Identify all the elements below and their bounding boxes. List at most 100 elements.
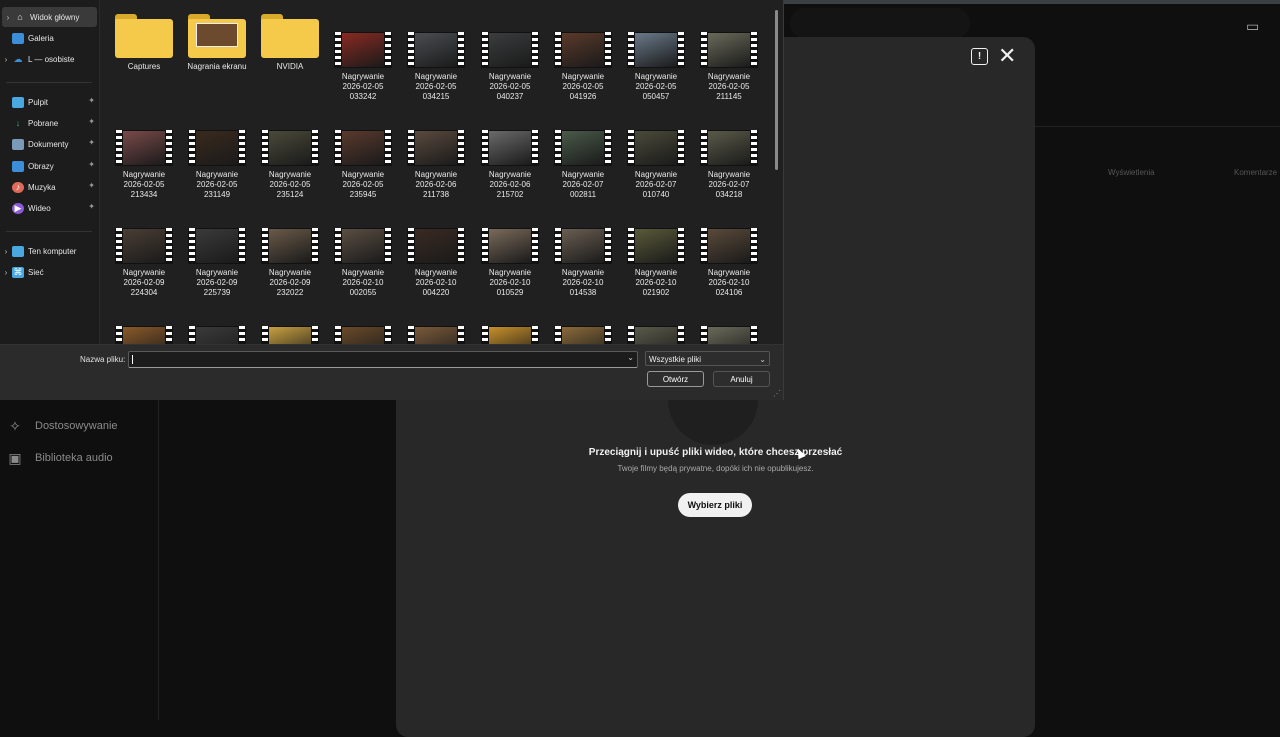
file-name-label: Nagrania ekranu bbox=[187, 62, 247, 71]
nav-item-label: Pulpit bbox=[28, 97, 49, 107]
nav-item-9[interactable]: › Ten komputer bbox=[0, 241, 99, 261]
video-file-item[interactable]: Nagrywanie 2026-02-05 211145 bbox=[697, 0, 761, 102]
download-icon: ↓ bbox=[15, 117, 21, 128]
video-file-item[interactable]: Nagrywanie 2026-02-05 213434 bbox=[112, 98, 176, 200]
studio-top-line bbox=[783, 0, 1280, 4]
video-file-item[interactable]: Nagrywanie 2026-02-09 232022 bbox=[258, 196, 322, 298]
video-file-item[interactable]: Nagrywanie 2026-02-10 010529 bbox=[478, 196, 542, 298]
audio-library-icon: ▣ bbox=[8, 449, 22, 466]
video-file-item[interactable]: Nagrywanie 2026-02-05 235124 bbox=[258, 98, 322, 200]
video-file-item[interactable]: Nagrywanie 2026-02-07 002811 bbox=[551, 98, 615, 200]
folder-item[interactable]: Captures bbox=[112, 0, 176, 72]
nav-item-1[interactable]: Galeria bbox=[0, 28, 99, 48]
video-file-item[interactable] bbox=[331, 294, 395, 344]
close-icon[interactable]: ✕ bbox=[998, 43, 1016, 69]
folder-item[interactable]: Nagrania ekranu bbox=[185, 0, 249, 72]
studio-search-box[interactable] bbox=[790, 8, 970, 38]
nav-item-label: Wideo bbox=[28, 203, 51, 213]
pin-icon: ✦ bbox=[88, 160, 95, 169]
video-file-item[interactable]: Nagrywanie 2026-02-05 041926 bbox=[551, 0, 615, 102]
nav-label: Biblioteka audio bbox=[35, 452, 113, 464]
video-file-item[interactable] bbox=[258, 294, 322, 344]
video-file-item[interactable]: Nagrywanie 2026-02-05 050457 bbox=[624, 0, 688, 102]
video-thumbnail bbox=[115, 130, 173, 166]
nav-item-label: Obrazy bbox=[28, 161, 54, 171]
filename-input[interactable]: ⌄ bbox=[128, 351, 638, 368]
video-file-item[interactable]: Nagrywanie 2026-02-10 002055 bbox=[331, 196, 395, 298]
video-thumbnail bbox=[334, 130, 392, 166]
computer-icon bbox=[12, 245, 24, 257]
studio-nav-audio-library[interactable]: ▣ Biblioteka audio bbox=[0, 442, 158, 474]
video-file-item[interactable] bbox=[478, 294, 542, 344]
chevron-right-icon[interactable]: › bbox=[0, 268, 12, 277]
video-thumbnail bbox=[627, 32, 685, 68]
nav-item-4[interactable]: ↓ Pobrane ✦ bbox=[0, 113, 99, 133]
video-thumbnail bbox=[554, 130, 612, 166]
network-icon: ⌘ bbox=[12, 266, 24, 278]
feedback-icon[interactable]: ▭ bbox=[1246, 18, 1264, 34]
nav-item-0[interactable]: › ⌂ Widok główny bbox=[2, 7, 97, 27]
table-divider bbox=[1035, 126, 1280, 127]
video-file-item[interactable]: Nagrywanie 2026-02-07 010740 bbox=[624, 98, 688, 200]
chevron-right-icon[interactable]: › bbox=[2, 13, 14, 22]
video-file-item[interactable]: Nagrywanie 2026-02-07 034218 bbox=[697, 98, 761, 200]
nav-item-10[interactable]: › ⌘ Sieć bbox=[0, 262, 99, 282]
nav-item-8[interactable]: ▶ Wideo ✦ bbox=[0, 198, 99, 218]
nav-item-5[interactable]: Dokumenty ✦ bbox=[0, 134, 99, 154]
video-file-item[interactable]: Nagrywanie 2026-02-05 235945 bbox=[331, 98, 395, 200]
wand-icon: ✧ bbox=[9, 417, 21, 434]
video-file-item[interactable]: Nagrywanie 2026-02-05 040237 bbox=[478, 0, 542, 102]
video-file-item[interactable] bbox=[624, 294, 688, 344]
video-file-item[interactable]: Nagrywanie 2026-02-06 211738 bbox=[404, 98, 468, 200]
video-thumbnail bbox=[407, 228, 465, 264]
nav-item-6[interactable]: Obrazy ✦ bbox=[0, 156, 99, 176]
resize-grip-icon[interactable]: ⋰ bbox=[773, 389, 781, 398]
video-file-item[interactable]: Nagrywanie 2026-02-05 034215 bbox=[404, 0, 468, 102]
video-file-item[interactable]: Nagrywanie 2026-02-10 024106 bbox=[697, 196, 761, 298]
nav-item-3[interactable]: Pulpit ✦ bbox=[0, 92, 99, 112]
video-file-item[interactable]: Nagrywanie 2026-02-10 021902 bbox=[624, 196, 688, 298]
video-thumbnail bbox=[407, 326, 465, 344]
video-thumbnail bbox=[627, 326, 685, 344]
folder-item[interactable]: NVIDIA bbox=[258, 0, 322, 72]
video-file-item[interactable]: Nagrywanie 2026-02-05 033242 bbox=[331, 0, 395, 102]
video-file-item[interactable]: Nagrywanie 2026-02-10 014538 bbox=[551, 196, 615, 298]
video-file-item[interactable] bbox=[112, 294, 176, 344]
video-thumbnail bbox=[481, 228, 539, 264]
file-name-label: Captures bbox=[127, 62, 161, 71]
video-file-item[interactable]: Nagrywanie 2026-02-09 225739 bbox=[185, 196, 249, 298]
chevron-down-icon[interactable]: ⌄ bbox=[627, 353, 634, 362]
navigation-pane: › ⌂ Widok główny Galeria › ☁ L — osobiste Pulpi… bbox=[0, 0, 100, 344]
video-thumbnail bbox=[334, 228, 392, 264]
video-thumbnail bbox=[407, 130, 465, 166]
chevron-right-icon[interactable]: › bbox=[0, 55, 12, 64]
file-open-dialog: › ⌂ Widok główny Galeria › ☁ L — osobiste Pulpi… bbox=[0, 0, 784, 400]
music-icon: ♪ bbox=[12, 181, 24, 193]
video-thumbnail bbox=[627, 228, 685, 264]
chevron-right-icon[interactable]: › bbox=[0, 247, 12, 256]
nav-item-7[interactable]: ♪ Muzyka ✦ bbox=[0, 177, 99, 197]
video-file-item[interactable] bbox=[697, 294, 761, 344]
video-thumbnail bbox=[481, 32, 539, 68]
select-files-button[interactable]: Wybierz pliki bbox=[678, 493, 752, 517]
grid-scrollbar[interactable] bbox=[775, 10, 778, 170]
video-file-item[interactable] bbox=[551, 294, 615, 344]
studio-nav-customization[interactable]: ✧ Dostosowywanie bbox=[0, 410, 158, 442]
folder-icon bbox=[188, 14, 246, 58]
video-file-item[interactable]: Nagrywanie 2026-02-09 224304 bbox=[112, 196, 176, 298]
video-thumbnail bbox=[188, 326, 246, 344]
video-file-item[interactable] bbox=[404, 294, 468, 344]
nav-item-2[interactable]: › ☁ L — osobiste bbox=[0, 49, 99, 69]
filetype-select[interactable]: Wszystkie pliki ⌄ bbox=[645, 351, 770, 366]
report-icon[interactable]: ! bbox=[971, 48, 988, 65]
video-thumbnail bbox=[334, 32, 392, 68]
open-button[interactable]: Otwórz bbox=[647, 371, 704, 387]
folder-icon bbox=[261, 14, 319, 58]
video-thumbnail bbox=[407, 32, 465, 68]
cancel-button[interactable]: Anuluj bbox=[713, 371, 770, 387]
video-file-item[interactable] bbox=[185, 294, 249, 344]
video-file-item[interactable]: Nagrywanie 2026-02-05 231149 bbox=[185, 98, 249, 200]
video-thumbnail bbox=[700, 228, 758, 264]
video-file-item[interactable]: Nagrywanie 2026-02-10 004220 bbox=[404, 196, 468, 298]
video-file-item[interactable]: Nagrywanie 2026-02-06 215702 bbox=[478, 98, 542, 200]
